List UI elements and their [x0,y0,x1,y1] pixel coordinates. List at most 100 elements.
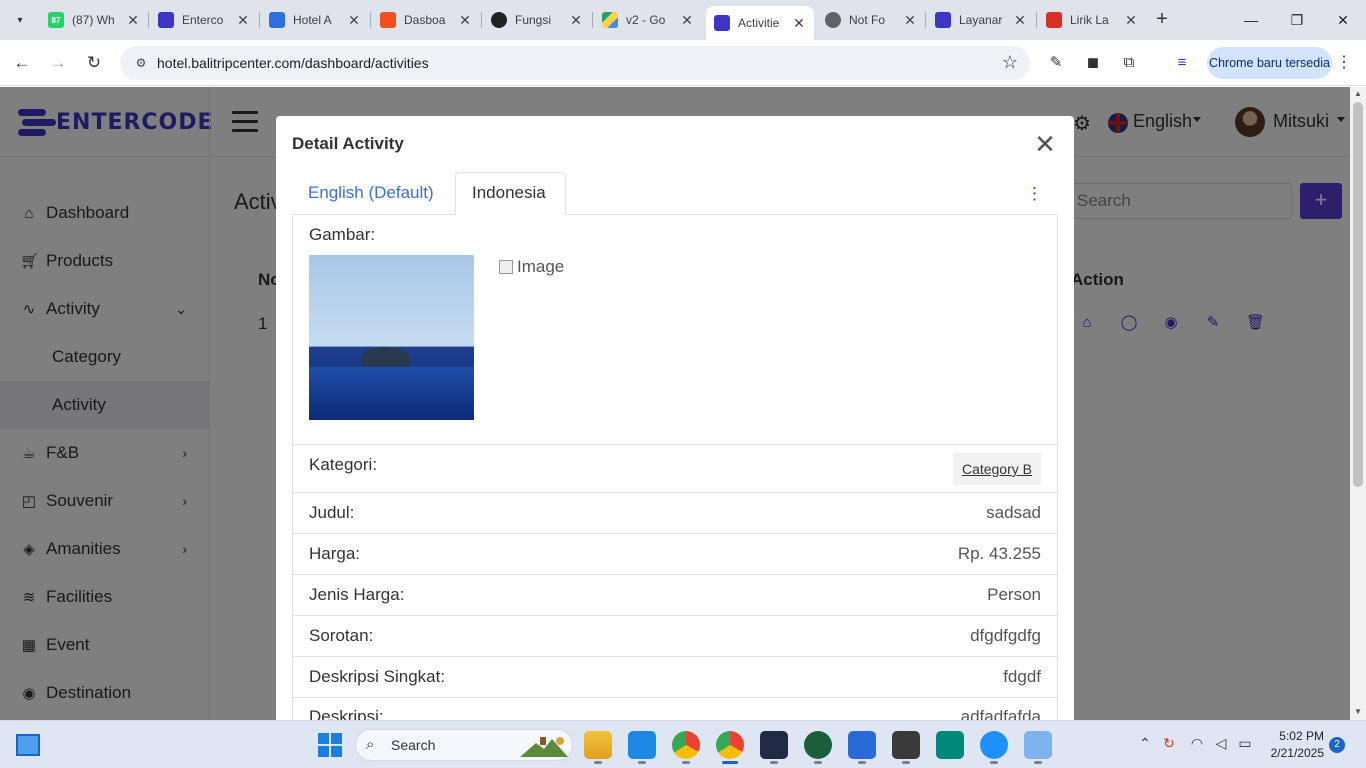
url-text[interactable]: hotel.balitripcenter.com/dashboard/activ… [157,55,429,71]
browser-tab-openai[interactable]: Fungsi ✕ [483,6,591,34]
category-badge[interactable]: Category B [952,453,1041,485]
web-page: ENTERCODE ⚙ English Mitsuki ⌂Dashboard 🛒… [0,87,1350,720]
reload-icon[interactable]: ↻ [80,49,108,77]
close-tab-icon[interactable]: ✕ [792,15,806,32]
figma-icon [380,12,396,28]
tab-english-default[interactable]: English (Default) [292,172,454,214]
browser-tab-whatsapp[interactable]: 87 (87) Wh ✕ [40,6,148,34]
clock-time[interactable]: 5:02 PM [1274,729,1324,743]
show-hidden-icons-icon[interactable]: ⌃ [1136,735,1154,752]
scroll-down-icon[interactable]: ▼ [1354,707,1362,716]
widgets-icon[interactable] [16,734,40,756]
snipping-tool-icon[interactable] [892,731,920,759]
search-icon: ⌕ [366,736,375,753]
google-meet-icon[interactable] [936,731,964,759]
browser-tab-layanan[interactable]: Layanar ✕ [927,6,1035,34]
close-tab-icon[interactable]: ✕ [903,12,917,29]
gallery-label: Gambar: [309,225,376,244]
lyrics-site-icon [1046,12,1062,28]
close-tab-icon[interactable]: ✕ [126,12,140,29]
close-tab-icon[interactable]: ✕ [569,12,583,29]
bookmark-star-icon[interactable]: ☆ [1002,52,1018,73]
broken-image-icon [499,260,513,274]
google-drive-icon [602,12,618,28]
browser-tab-not-found[interactable]: Not Fo ✕ [817,6,925,34]
browser-tab-hotel-app[interactable]: Hotel A ✕ [261,6,369,34]
minimize-icon[interactable]: — [1228,0,1274,40]
close-tab-icon[interactable]: ✕ [236,12,250,29]
entercode-extension-icon[interactable]: ≡ [1171,52,1193,74]
notification-count-badge[interactable]: 2 [1329,737,1345,753]
tab-title: Layanar [959,13,1003,27]
description-value: adfadfafda [960,707,1041,720]
new-tab-icon[interactable]: + [1150,8,1174,32]
wifi-icon[interactable]: ◠ [1188,735,1206,752]
whatsapp-icon: 87 [48,12,64,28]
broken-image-alt: Image [517,257,565,276]
close-tab-icon[interactable]: ✕ [1124,12,1138,29]
scrollbar-thumb[interactable] [1353,102,1363,487]
close-icon[interactable]: ✕ [1033,131,1057,157]
tab-search-icon[interactable]: ▾ [8,8,32,32]
tab-title: Not Fo [849,13,886,27]
restore-icon[interactable]: ❐ [1274,0,1320,40]
terminal-icon[interactable] [760,731,788,759]
description-label: Deskripsi: [309,707,384,720]
browser-tab-entercode[interactable]: Enterco ✕ [150,6,258,34]
browser-toolbar: ← → ↻ ⚙ hotel.balitripcenter.com/dashboa… [0,40,1366,86]
heidisql-icon[interactable] [804,731,832,759]
battery-icon[interactable]: ▭ [1236,735,1254,752]
back-icon[interactable]: ← [8,49,36,77]
volume-muted-icon[interactable]: ◁ [1212,735,1230,752]
pen-icon[interactable]: ✎ [1045,52,1067,74]
highlight-value: dfgdfgdfg [970,626,1041,645]
update-refresh-icon[interactable]: ↻ [1160,735,1178,752]
chrome-update-button[interactable]: Chrome baru tersedia [1207,47,1332,79]
openai-icon [491,12,507,28]
site-settings-icon[interactable]: ⚙ [132,54,150,72]
address-bar[interactable]: ⚙ hotel.balitripcenter.com/dashboard/act… [120,46,1030,80]
activity-image[interactable] [309,255,474,420]
taskbar-search-box[interactable]: ⌕ Search [355,729,573,761]
browser-tab-lirik[interactable]: Lirik La ✕ [1038,6,1146,34]
tab-title: Fungsi [515,13,552,27]
entercode-icon [158,12,174,28]
close-tab-icon[interactable]: ✕ [680,12,694,29]
file-explorer-icon[interactable] [584,731,612,759]
close-tab-icon[interactable]: ✕ [347,12,361,29]
search-highlight-icon [520,737,568,757]
short-description-value: fdgdf [1003,667,1041,686]
tab-title: (87) Wh [72,13,115,27]
extensions-puzzle-icon[interactable]: ⧉ [1118,52,1140,74]
notepad-icon[interactable] [848,731,876,759]
chrome-menu-icon[interactable]: ⋮ [1336,52,1352,72]
tab-title: Hotel A [293,13,332,27]
windows-taskbar: ⌕ Search ⌃ ↻ ◠ ◁ ▭ 5:02 PM 2/21/2025 2 [0,720,1366,768]
tab-title: Lirik La [1070,13,1109,27]
tab-indonesia[interactable]: Indonesia [455,172,566,215]
browser-tab-google-drive[interactable]: v2 - Go ✕ [594,6,702,34]
page-scrollbar[interactable]: ▲ ▼ [1350,87,1366,720]
scroll-up-icon[interactable]: ▲ [1354,89,1362,98]
extension-a-icon[interactable]: ◼ [1082,52,1104,74]
title-label: Judul: [309,503,355,522]
vscode-icon[interactable] [628,731,656,759]
close-tab-icon[interactable]: ✕ [1013,12,1027,29]
tab-title: v2 - Go [626,13,666,27]
forward-icon[interactable]: → [44,49,72,77]
price-value: Rp. 43.255 [957,544,1041,563]
hotel-app-icon [269,12,285,28]
close-tab-icon[interactable]: ✕ [458,12,472,29]
edge-icon[interactable] [980,731,1008,759]
browser-tab-figma[interactable]: Dasboa ✕ [372,6,480,34]
chrome-profile-icon[interactable] [672,731,700,759]
notes-icon[interactable] [1024,731,1052,759]
browser-tab-activities-active[interactable]: Activitie ✕ [706,6,814,40]
windows-start-icon[interactable] [318,733,342,757]
chrome-icon[interactable] [716,731,744,759]
close-window-icon[interactable]: ✕ [1320,0,1366,40]
taskbar-search-label: Search [391,737,436,753]
more-options-icon[interactable]: ⋮ [1026,184,1043,204]
clock-date[interactable]: 2/21/2025 [1260,746,1324,760]
price-type-label: Jenis Harga: [309,585,405,604]
